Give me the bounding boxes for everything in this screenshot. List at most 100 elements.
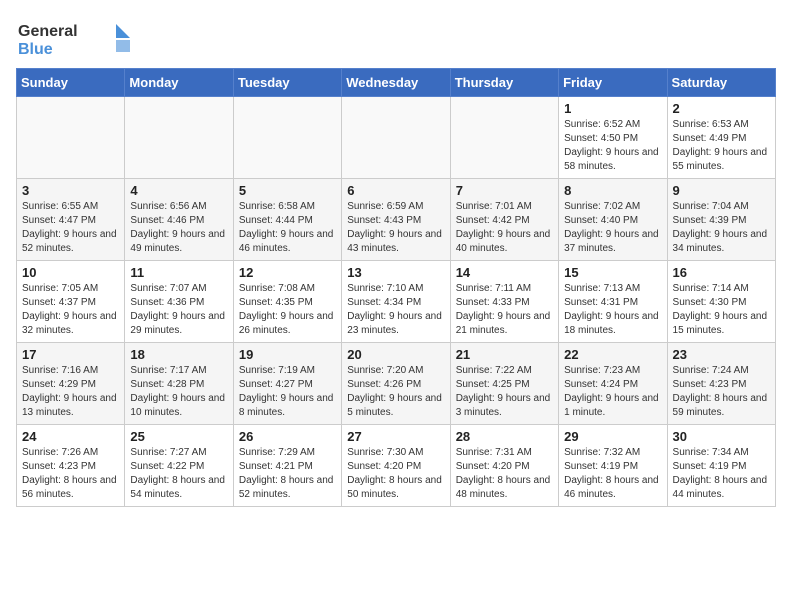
day-number: 12 — [239, 265, 336, 280]
cell-info: Sunrise: 7:23 AM Sunset: 4:24 PM Dayligh… — [564, 364, 661, 420]
calendar-cell — [17, 97, 125, 179]
logo: General Blue — [16, 16, 136, 60]
calendar-cell: 22 Sunrise: 7:23 AM Sunset: 4:24 PM Dayli… — [559, 343, 667, 425]
day-number: 11 — [130, 265, 227, 280]
cell-info: Sunrise: 6:53 AM Sunset: 4:49 PM Dayligh… — [673, 118, 770, 174]
calendar-cell: 10 Sunrise: 7:05 AM Sunset: 4:37 PM Dayli… — [17, 261, 125, 343]
week-row-3: 17Sunrise: 7:16 AM Sunset: 4:29 PM Dayli… — [17, 343, 776, 425]
cell-info: Sunrise: 6:55 AM Sunset: 4:47 PM Dayligh… — [22, 200, 119, 256]
header-tuesday: Tuesday — [233, 69, 341, 97]
day-number: 7 — [456, 183, 553, 198]
cell-info: Sunrise: 6:56 AM Sunset: 4:46 PM Dayligh… — [130, 200, 227, 256]
calendar-cell: 21 Sunrise: 7:22 AM Sunset: 4:25 PM Dayli… — [450, 343, 558, 425]
cell-info: Sunrise: 7:26 AM Sunset: 4:23 PM Dayligh… — [22, 446, 119, 502]
header-saturday: Saturday — [667, 69, 775, 97]
calendar-cell: 2 Sunrise: 6:53 AM Sunset: 4:49 PM Daylig… — [667, 97, 775, 179]
header-sunday: Sunday — [17, 69, 125, 97]
cell-info: Sunrise: 7:20 AM Sunset: 4:26 PM Dayligh… — [347, 364, 444, 420]
svg-text:General: General — [18, 23, 78, 40]
cell-info: Sunrise: 7:07 AM Sunset: 4:36 PM Dayligh… — [130, 282, 227, 338]
cell-info: Sunrise: 7:24 AM Sunset: 4:23 PM Dayligh… — [673, 364, 770, 420]
calendar-table: SundayMondayTuesdayWednesdayThursdayFrid… — [16, 68, 776, 507]
calendar-cell: 13 Sunrise: 7:10 AM Sunset: 4:34 PM Dayli… — [342, 261, 450, 343]
cell-info: Sunrise: 7:11 AM Sunset: 4:33 PM Dayligh… — [456, 282, 553, 338]
calendar-cell: 5 Sunrise: 6:58 AM Sunset: 4:44 PM Daylig… — [233, 179, 341, 261]
calendar-cell: 7 Sunrise: 7:01 AM Sunset: 4:42 PM Daylig… — [450, 179, 558, 261]
day-number: 26 — [239, 429, 336, 444]
calendar-cell: 16 Sunrise: 7:14 AM Sunset: 4:30 PM Dayli… — [667, 261, 775, 343]
day-number: 20 — [347, 347, 444, 362]
day-number: 10 — [22, 265, 119, 280]
cell-info: Sunrise: 7:13 AM Sunset: 4:31 PM Dayligh… — [564, 282, 661, 338]
calendar-cell — [450, 97, 558, 179]
calendar-cell: 1 Sunrise: 6:52 AM Sunset: 4:50 PM Daylig… — [559, 97, 667, 179]
day-number: 1 — [564, 101, 661, 116]
calendar-cell: 23 Sunrise: 7:24 AM Sunset: 4:23 PM Dayli… — [667, 343, 775, 425]
day-number: 14 — [456, 265, 553, 280]
day-number: 15 — [564, 265, 661, 280]
day-number: 3 — [22, 183, 119, 198]
day-number: 27 — [347, 429, 444, 444]
day-number: 19 — [239, 347, 336, 362]
cell-info: Sunrise: 7:19 AM Sunset: 4:27 PM Dayligh… — [239, 364, 336, 420]
calendar-cell: 27 Sunrise: 7:30 AM Sunset: 4:20 PM Dayli… — [342, 425, 450, 507]
calendar-cell: 29 Sunrise: 7:32 AM Sunset: 4:19 PM Dayli… — [559, 425, 667, 507]
calendar-cell: 6Sunrise: 6:59 AM Sunset: 4:43 PM Daylig… — [342, 179, 450, 261]
calendar-cell: 15 Sunrise: 7:13 AM Sunset: 4:31 PM Dayli… — [559, 261, 667, 343]
cell-info: Sunrise: 7:08 AM Sunset: 4:35 PM Dayligh… — [239, 282, 336, 338]
calendar-cell: 25 Sunrise: 7:27 AM Sunset: 4:22 PM Dayli… — [125, 425, 233, 507]
svg-text:Blue: Blue — [18, 41, 53, 58]
cell-info: Sunrise: 7:32 AM Sunset: 4:19 PM Dayligh… — [564, 446, 661, 502]
day-number: 4 — [130, 183, 227, 198]
day-number: 21 — [456, 347, 553, 362]
cell-info: Sunrise: 7:14 AM Sunset: 4:30 PM Dayligh… — [673, 282, 770, 338]
day-number: 30 — [673, 429, 770, 444]
day-number: 28 — [456, 429, 553, 444]
cell-info: Sunrise: 7:16 AM Sunset: 4:29 PM Dayligh… — [22, 364, 119, 420]
cell-info: Sunrise: 7:22 AM Sunset: 4:25 PM Dayligh… — [456, 364, 553, 420]
cell-info: Sunrise: 6:58 AM Sunset: 4:44 PM Dayligh… — [239, 200, 336, 256]
day-number: 29 — [564, 429, 661, 444]
logo-icon: General Blue — [16, 16, 136, 60]
header-friday: Friday — [559, 69, 667, 97]
header-monday: Monday — [125, 69, 233, 97]
calendar-cell: 8Sunrise: 7:02 AM Sunset: 4:40 PM Daylig… — [559, 179, 667, 261]
day-number: 2 — [673, 101, 770, 116]
day-number: 5 — [239, 183, 336, 198]
calendar-cell — [233, 97, 341, 179]
cell-info: Sunrise: 7:34 AM Sunset: 4:19 PM Dayligh… — [673, 446, 770, 502]
calendar-cell: 11 Sunrise: 7:07 AM Sunset: 4:36 PM Dayli… — [125, 261, 233, 343]
cell-info: Sunrise: 7:17 AM Sunset: 4:28 PM Dayligh… — [130, 364, 227, 420]
day-number: 8 — [564, 183, 661, 198]
calendar-cell — [125, 97, 233, 179]
calendar-cell: 14 Sunrise: 7:11 AM Sunset: 4:33 PM Dayli… — [450, 261, 558, 343]
calendar-cell: 3 Sunrise: 6:55 AM Sunset: 4:47 PM Daylig… — [17, 179, 125, 261]
day-number: 22 — [564, 347, 661, 362]
calendar-cell: 4 Sunrise: 6:56 AM Sunset: 4:46 PM Daylig… — [125, 179, 233, 261]
header-thursday: Thursday — [450, 69, 558, 97]
cell-info: Sunrise: 7:10 AM Sunset: 4:34 PM Dayligh… — [347, 282, 444, 338]
cell-info: Sunrise: 7:30 AM Sunset: 4:20 PM Dayligh… — [347, 446, 444, 502]
day-number: 25 — [130, 429, 227, 444]
cell-info: Sunrise: 7:05 AM Sunset: 4:37 PM Dayligh… — [22, 282, 119, 338]
week-row-4: 24 Sunrise: 7:26 AM Sunset: 4:23 PM Dayli… — [17, 425, 776, 507]
cell-info: Sunrise: 7:27 AM Sunset: 4:22 PM Dayligh… — [130, 446, 227, 502]
page-header: General Blue — [16, 16, 776, 60]
calendar-cell: 24 Sunrise: 7:26 AM Sunset: 4:23 PM Dayli… — [17, 425, 125, 507]
day-number: 23 — [673, 347, 770, 362]
calendar-header-row: SundayMondayTuesdayWednesdayThursdayFrid… — [17, 69, 776, 97]
cell-info: Sunrise: 6:59 AM Sunset: 4:43 PM Dayligh… — [347, 200, 444, 256]
day-number: 13 — [347, 265, 444, 280]
cell-info: Sunrise: 7:01 AM Sunset: 4:42 PM Dayligh… — [456, 200, 553, 256]
calendar-cell: 12 Sunrise: 7:08 AM Sunset: 4:35 PM Dayli… — [233, 261, 341, 343]
day-number: 24 — [22, 429, 119, 444]
cell-info: Sunrise: 7:31 AM Sunset: 4:20 PM Dayligh… — [456, 446, 553, 502]
day-number: 16 — [673, 265, 770, 280]
cell-info: Sunrise: 7:29 AM Sunset: 4:21 PM Dayligh… — [239, 446, 336, 502]
calendar-cell: 20 Sunrise: 7:20 AM Sunset: 4:26 PM Dayli… — [342, 343, 450, 425]
cell-info: Sunrise: 7:04 AM Sunset: 4:39 PM Dayligh… — [673, 200, 770, 256]
calendar-cell: 19 Sunrise: 7:19 AM Sunset: 4:27 PM Dayli… — [233, 343, 341, 425]
calendar-cell: 18Sunrise: 7:17 AM Sunset: 4:28 PM Dayli… — [125, 343, 233, 425]
week-row-1: 3 Sunrise: 6:55 AM Sunset: 4:47 PM Daylig… — [17, 179, 776, 261]
cell-info: Sunrise: 6:52 AM Sunset: 4:50 PM Dayligh… — [564, 118, 661, 174]
